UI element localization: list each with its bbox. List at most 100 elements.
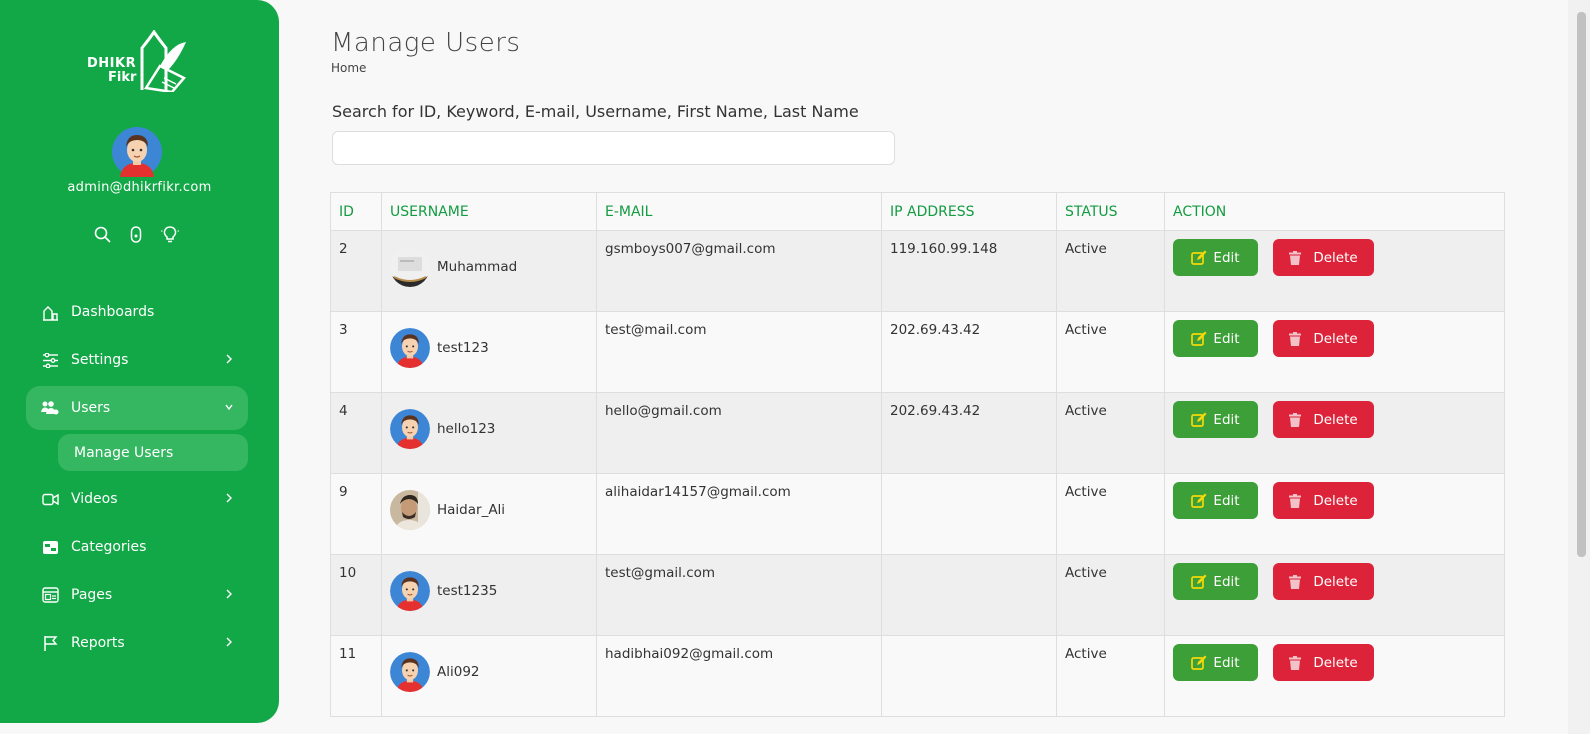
- delete-button[interactable]: Delete: [1273, 644, 1374, 681]
- cell-email: test@mail.com: [596, 311, 882, 393]
- sliders-icon: [41, 351, 59, 369]
- cell-id: 3: [330, 311, 382, 393]
- cell-status: Active: [1056, 554, 1165, 636]
- search-input[interactable]: [332, 131, 895, 165]
- sidebar-item-dashboards[interactable]: Dashboards: [26, 290, 248, 334]
- user-avatar: [390, 247, 430, 287]
- edit-label: Edit: [1213, 330, 1240, 347]
- cell-username: Ali092: [381, 635, 597, 717]
- user-avatar: [390, 571, 430, 611]
- cell-username: test1235: [381, 554, 597, 636]
- user-cell: Muhammad: [390, 247, 588, 287]
- edit-button[interactable]: Edit: [1173, 482, 1258, 519]
- sidebar: DHIKR Fikr admin@dhikrfikr.com Dashboard…: [0, 0, 279, 723]
- lightbulb-icon[interactable]: [161, 225, 179, 243]
- user-avatar: [390, 409, 430, 449]
- table-row: 3 test123 test@mail.com 202.69.43.42 Active E…: [330, 311, 1505, 393]
- sidebar-item-settings[interactable]: Settings: [26, 338, 248, 382]
- sidebar-item-reports[interactable]: Reports: [26, 621, 248, 665]
- users-icon: [41, 399, 59, 417]
- user-cell: hello123: [390, 409, 588, 449]
- edit-button[interactable]: Edit: [1173, 401, 1258, 438]
- cell-status: Active: [1056, 392, 1165, 474]
- edit-button[interactable]: Edit: [1173, 644, 1258, 681]
- pages-icon: [41, 586, 59, 604]
- column-header-status[interactable]: STATUS: [1056, 192, 1165, 231]
- edit-label: Edit: [1213, 249, 1240, 266]
- trash-icon: [1289, 574, 1307, 589]
- edit-button[interactable]: Edit: [1173, 320, 1258, 357]
- table-row: 11 Ali092 hadibhai092@gmail.com Active Edit D…: [330, 635, 1505, 717]
- sidebar-item-label: Settings: [71, 352, 129, 368]
- column-header-ip-address[interactable]: IP ADDRESS: [881, 192, 1057, 231]
- cell-action: Edit Delete: [1164, 635, 1505, 717]
- column-header-action: ACTION: [1164, 192, 1505, 231]
- lock-icon[interactable]: [127, 225, 145, 243]
- trash-icon: [1289, 493, 1307, 508]
- cell-id: 11: [330, 635, 382, 717]
- column-header-username[interactable]: USERNAME: [381, 192, 597, 231]
- table-header-row: ID USERNAME E-MAIL IP ADDRESS STATUS ACT…: [330, 192, 1505, 231]
- edit-icon: [1191, 493, 1213, 509]
- sidebar-item-users[interactable]: Users: [26, 386, 248, 430]
- sidebar-subitem-manage-users[interactable]: Manage Users: [58, 434, 248, 471]
- cell-ip-address: 119.160.99.148: [881, 230, 1057, 312]
- sidebar-subitem-label: Manage Users: [74, 444, 174, 461]
- cell-action: Edit Delete: [1164, 230, 1505, 312]
- cell-email: alihaidar14157@gmail.com: [596, 473, 882, 555]
- brand-logo[interactable]: DHIKR Fikr: [86, 30, 190, 92]
- edit-icon: [1191, 412, 1213, 428]
- admin-avatar[interactable]: [112, 127, 162, 177]
- delete-label: Delete: [1313, 330, 1358, 347]
- edit-label: Edit: [1213, 411, 1240, 428]
- edit-label: Edit: [1213, 573, 1240, 590]
- table-row: 9 Haidar_Ali alihaidar14157@gmail.com Activ…: [330, 473, 1505, 555]
- cell-email: gsmboys007@gmail.com: [596, 230, 882, 312]
- brand-line2: Fikr: [108, 70, 137, 85]
- column-header-email[interactable]: E-MAIL: [596, 192, 882, 231]
- search-icon[interactable]: [93, 225, 111, 243]
- delete-button[interactable]: Delete: [1273, 401, 1374, 438]
- sidebar-item-pages[interactable]: Pages: [26, 573, 248, 617]
- edit-label: Edit: [1213, 654, 1240, 671]
- user-cell: test123: [390, 328, 588, 368]
- username-text: Muhammad: [437, 259, 518, 275]
- cell-ip-address: [881, 635, 1057, 717]
- cell-id: 9: [330, 473, 382, 555]
- column-header-id[interactable]: ID: [330, 192, 382, 231]
- cell-ip-address: [881, 473, 1057, 555]
- scrollbar-thumb[interactable]: [1577, 12, 1586, 557]
- table-row: 10 test1235 test@gmail.com Active Edit Delete: [330, 554, 1505, 636]
- sidebar-item-categories[interactable]: Categories: [26, 525, 248, 569]
- sidebar-item-videos[interactable]: Videos: [26, 477, 248, 521]
- delete-button[interactable]: Delete: [1273, 482, 1374, 519]
- edit-label: Edit: [1213, 492, 1240, 509]
- trash-icon: [1289, 655, 1307, 670]
- trash-icon: [1289, 331, 1307, 346]
- page-title: Manage Users: [331, 28, 521, 58]
- delete-button[interactable]: Delete: [1273, 563, 1374, 600]
- cell-username: Haidar_Ali: [381, 473, 597, 555]
- username-text: Haidar_Ali: [437, 502, 506, 518]
- cell-action: Edit Delete: [1164, 311, 1505, 393]
- breadcrumb[interactable]: Home: [331, 61, 366, 75]
- edit-icon: [1191, 655, 1213, 671]
- cell-status: Active: [1056, 311, 1165, 393]
- delete-button[interactable]: Delete: [1273, 320, 1374, 357]
- edit-button[interactable]: Edit: [1173, 239, 1258, 276]
- table-row: 2 Muhammad gsmboys007@gmail.com 119.160.99.…: [330, 230, 1505, 312]
- chevron-right-icon: [226, 493, 232, 503]
- delete-label: Delete: [1313, 654, 1358, 671]
- delete-button[interactable]: Delete: [1273, 239, 1374, 276]
- cell-ip-address: 202.69.43.42: [881, 311, 1057, 393]
- cell-action: Edit Delete: [1164, 473, 1505, 555]
- cell-ip-address: 202.69.43.42: [881, 392, 1057, 474]
- scrollbar[interactable]: [1568, 0, 1590, 734]
- sidebar-item-label: Categories: [71, 539, 147, 555]
- video-icon: [41, 490, 59, 508]
- sidebar-nav: Dashboards Settings Users Manage Users V…: [26, 290, 248, 669]
- edit-button[interactable]: Edit: [1173, 563, 1258, 600]
- users-table-body: 2 Muhammad gsmboys007@gmail.com 119.160.99.…: [330, 230, 1505, 717]
- cell-email: hadibhai092@gmail.com: [596, 635, 882, 717]
- users-table: ID USERNAME E-MAIL IP ADDRESS STATUS ACT…: [330, 192, 1505, 717]
